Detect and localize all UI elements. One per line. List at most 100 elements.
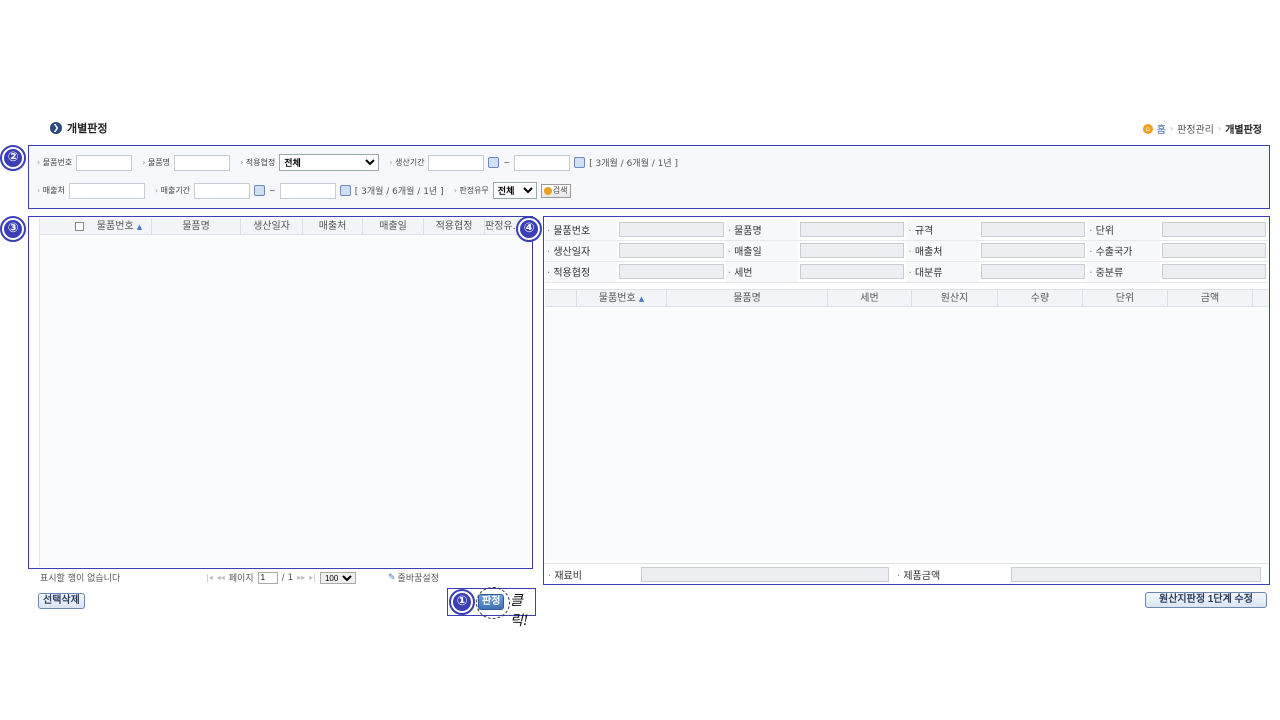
field-value	[1159, 261, 1268, 283]
field-value	[617, 219, 726, 241]
calendar-icon[interactable]	[339, 185, 351, 196]
cost-summary-row: 재료비 제품금액	[545, 563, 1269, 584]
export-country-field	[1161, 243, 1266, 258]
grid-header-spacer	[545, 290, 577, 306]
agreement-label: 적용협정	[240, 157, 275, 168]
col-item-no[interactable]: 물품번호 ▲	[88, 218, 152, 234]
search-panel: 물품번호 물품명 적용협정 전체 생산기간 ~ [ 3개월 / 6개월 / 1년…	[28, 145, 1270, 209]
prod-start-input[interactable]	[428, 154, 485, 171]
agreement-select[interactable]: 전체	[279, 154, 380, 171]
sale-period-label: 매출기간	[155, 185, 190, 196]
col-label: 물품번호	[96, 221, 134, 232]
last-page-icon[interactable]: ▸|	[309, 573, 316, 582]
detail-panel: 물품번호 물품명 규격 단위 생산일자 매출일 매출처 수출국가 적용협	[543, 216, 1270, 585]
col-amount[interactable]: 금액	[1168, 290, 1253, 306]
col-sale-date[interactable]: 매출일	[363, 218, 424, 234]
search-row-2: 매출처 매출기간 ~ [ 3개월 / 6개월 / 1년 ] 판정유무 전체 검색	[37, 182, 571, 199]
item-name-input[interactable]	[174, 154, 231, 171]
search-button-label: 검색	[552, 186, 568, 195]
field-label: 단위	[1087, 219, 1160, 241]
tilde: ~	[503, 158, 511, 167]
spec-field	[980, 221, 1086, 237]
item-no-input[interactable]	[76, 154, 133, 171]
prod-period-links[interactable]: [ 3개월 / 6개월 / 1년 ]	[589, 156, 678, 169]
grid-header-spacer	[40, 218, 70, 234]
sale-end-input[interactable]	[279, 182, 336, 199]
material-cost-field	[641, 566, 889, 582]
sale-period-links[interactable]: [ 3개월 / 6개월 / 1년 ]	[355, 184, 444, 197]
page-total: / 1	[281, 572, 294, 583]
field-label: 생산일자	[545, 240, 618, 262]
grid-pager: 표시할 행이 없습니다 |◂ ◂◂ 페이지 / 1 ▸▸ ▸| 100 ✎ 줄바…	[40, 571, 540, 584]
page-size-select[interactable]: 100	[319, 571, 356, 584]
buyer-label: 매출처	[37, 185, 65, 196]
col-agreement[interactable]: 적용협정	[424, 218, 485, 234]
page-title-text: 개별판정	[67, 122, 108, 135]
page-input[interactable]	[257, 571, 278, 584]
tilde: ~	[269, 186, 276, 195]
col-hs-code[interactable]: 세번	[828, 290, 912, 306]
detail-fields: 물품번호 물품명 규격 단위 생산일자 매출일 매출처 수출국가 적용협	[545, 219, 1268, 283]
field-label: 물품명	[725, 219, 799, 241]
search-button[interactable]: 검색	[540, 183, 571, 198]
field-value	[617, 261, 726, 283]
field-value	[798, 240, 907, 262]
product-amount-field	[1011, 566, 1261, 582]
wrench-icon: ✎	[388, 572, 396, 583]
breadcrumb: ⌂ 홈 › 판정관리 › 개별판정	[1142, 121, 1262, 136]
col-quantity[interactable]: 수량	[998, 290, 1083, 306]
prod-period-label: 생산기간	[389, 157, 424, 168]
col-unit[interactable]: 단위	[1083, 290, 1168, 306]
prev-page-icon[interactable]: ◂◂	[217, 573, 225, 582]
breadcrumb-home[interactable]: 홈	[1157, 121, 1166, 136]
detail-row: 적용협정 세번 대분류 중분류	[545, 261, 1268, 283]
field-label: 세번	[725, 261, 799, 283]
select-all-cell	[70, 218, 88, 234]
col-prod-date[interactable]: 생산일자	[241, 218, 303, 234]
sale-date-field	[800, 243, 905, 258]
home-icon: ⌂	[1142, 123, 1153, 134]
col-item-name[interactable]: 물품명	[667, 290, 828, 306]
prod-end-input[interactable]	[514, 154, 571, 171]
detail-row: 물품번호 물품명 규격 단위	[545, 219, 1268, 241]
col-label: 물품번호	[598, 293, 636, 304]
chevron-right-icon: ❯	[50, 122, 62, 134]
judge-action-area: ① 판정 클릭!	[447, 587, 536, 629]
material-grid: 물품번호 ▲ 물품명 세번 원산지 수량 단위 금액	[545, 289, 1269, 561]
sale-start-input[interactable]	[194, 182, 251, 199]
field-label: 중분류	[1087, 261, 1160, 283]
item-name-field	[800, 221, 905, 237]
calendar-icon[interactable]	[574, 157, 586, 168]
judged-label: 판정유무	[454, 185, 488, 196]
col-buyer[interactable]: 매출처	[303, 218, 363, 234]
origin-edit-button[interactable]: 원산지판정 1단계 수정	[1145, 592, 1267, 608]
material-grid-header: 물품번호 ▲ 물품명 세번 원산지 수량 단위 금액	[545, 290, 1269, 307]
field-value	[978, 240, 1088, 262]
column-settings-link[interactable]: ✎ 줄바꿈설정	[388, 571, 439, 585]
breadcrumb-separator-icon: ›	[1217, 124, 1222, 133]
field-value	[1159, 240, 1268, 262]
step-badge-1: ①	[449, 589, 475, 615]
breadcrumb-judgment-mgmt[interactable]: 판정관리	[1177, 121, 1214, 136]
next-page-icon[interactable]: ▸▸	[297, 573, 305, 582]
major-category-field	[980, 264, 1086, 279]
judge-button[interactable]: 판정	[478, 594, 505, 610]
hs-code-field	[800, 264, 905, 279]
buyer-input[interactable]	[68, 182, 145, 199]
judged-select[interactable]: 전체	[492, 182, 537, 199]
grid-body: 물품번호 ▲ 물품명 생산일자 매출처 매출일 적용협정 판정유...	[39, 218, 531, 567]
first-page-icon[interactable]: |◂	[206, 573, 213, 582]
field-label: 적용협정	[545, 261, 618, 283]
field-label: 대분류	[906, 261, 979, 283]
select-all-checkbox[interactable]	[74, 221, 84, 231]
middle-category-field	[1161, 264, 1266, 279]
calendar-icon[interactable]	[488, 157, 500, 168]
col-item-name[interactable]: 물품명	[152, 218, 241, 234]
calendar-icon[interactable]	[254, 185, 266, 196]
col-judged[interactable]: 판정유...	[485, 218, 521, 234]
col-origin[interactable]: 원산지	[912, 290, 998, 306]
item-no-field	[619, 221, 724, 237]
delete-selected-button[interactable]: 선택삭제	[38, 593, 85, 609]
field-value	[978, 261, 1088, 283]
col-item-no[interactable]: 물품번호 ▲	[577, 290, 667, 306]
